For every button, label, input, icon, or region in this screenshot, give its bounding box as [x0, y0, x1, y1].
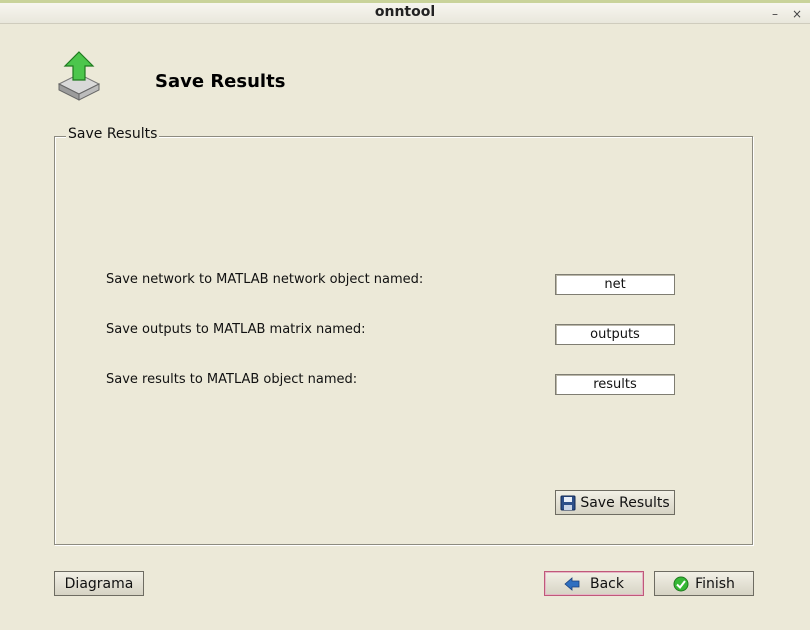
group-legend: Save Results: [66, 126, 160, 142]
minimize-button[interactable]: –: [767, 6, 783, 22]
results-label: Save results to MATLAB object named:: [106, 372, 358, 387]
close-button[interactable]: ×: [789, 6, 805, 22]
back-button-label: Back: [590, 575, 624, 592]
check-circle-icon: [673, 576, 689, 591]
floppy-disk-icon: [560, 495, 576, 510]
outputs-label: Save outputs to MATLAB matrix named:: [106, 322, 366, 337]
network-label: Save network to MATLAB network object na…: [106, 272, 424, 287]
title-bar[interactable]: onntool – ×: [0, 0, 810, 24]
save-results-button[interactable]: Save Results: [555, 490, 675, 515]
window-title: onntool: [374, 4, 436, 20]
save-results-button-label: Save Results: [580, 494, 670, 511]
network-name-input[interactable]: [555, 274, 675, 295]
arrow-left-icon: [564, 576, 580, 591]
outputs-name-input[interactable]: [555, 324, 675, 345]
finish-button-label: Finish: [695, 575, 735, 592]
back-button[interactable]: Back: [544, 571, 644, 596]
finish-button[interactable]: Finish: [654, 571, 754, 596]
diagram-button-label: Diagrama: [64, 575, 134, 592]
diagram-button[interactable]: Diagrama: [54, 571, 144, 596]
page-title: Save Results: [155, 71, 286, 92]
results-name-input[interactable]: [555, 374, 675, 395]
upload-save-icon: [57, 51, 101, 101]
